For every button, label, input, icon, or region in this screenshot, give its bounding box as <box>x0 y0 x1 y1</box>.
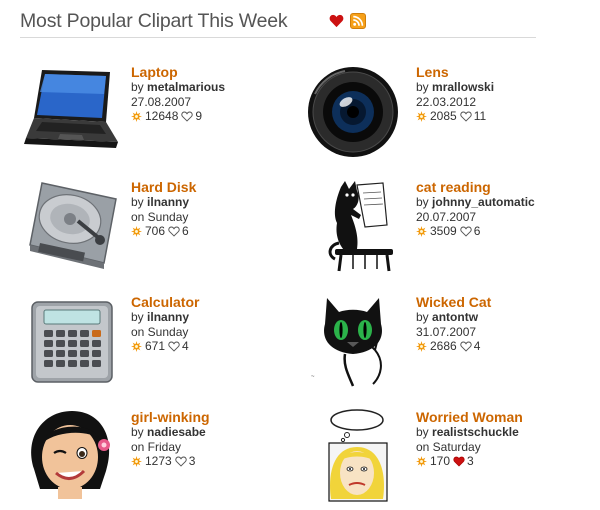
upload-date: 27.08.2007 <box>131 94 192 109</box>
favorite-count: 4 <box>473 339 481 353</box>
favorite-heart-outline-icon[interactable] <box>460 341 472 352</box>
heart-icon[interactable] <box>329 14 344 28</box>
wicked-cat-icon[interactable]: ~ <box>305 294 405 389</box>
favorite-heart-outline-icon[interactable] <box>181 111 194 122</box>
download-count: 2686 <box>430 339 457 353</box>
rss-feed-icon[interactable] <box>350 13 366 29</box>
upload-date: on Sunday <box>131 209 189 224</box>
upload-date: 22.03.2012 <box>416 94 477 109</box>
clipart-item-girl-winking: girl-winking by nadiesabe on Friday 1273… <box>20 409 280 509</box>
favorite-heart-outline-icon[interactable] <box>168 226 180 237</box>
download-count-icon <box>131 455 142 467</box>
cat-reading-icon[interactable] <box>305 179 405 274</box>
item-title-link[interactable]: girl-winking <box>131 409 281 425</box>
download-count-icon <box>131 225 142 237</box>
favorite-heart-outline-icon[interactable] <box>460 226 472 237</box>
download-count-icon <box>131 110 142 122</box>
favorite-heart-outline-icon[interactable] <box>168 341 180 352</box>
download-count-icon <box>131 340 142 352</box>
clipart-item-lens: Lens by mrallowski 22.03.2012 2085 11 <box>305 64 565 164</box>
by-label: by <box>416 310 429 324</box>
calculator-icon[interactable] <box>20 294 120 389</box>
author-link[interactable]: mrallowski <box>432 80 494 94</box>
download-count: 2085 <box>430 109 457 123</box>
download-count: 1273 <box>145 454 172 468</box>
clipart-item-wicked-cat: ~ Wicked Cat by antontw 31.07.2007 2686 … <box>305 294 565 394</box>
author-link[interactable]: ilnanny <box>147 195 189 209</box>
hard-disk-icon[interactable] <box>20 179 120 274</box>
item-title-link[interactable]: cat reading <box>416 179 566 195</box>
favorite-count: 6 <box>182 224 189 238</box>
download-count: 12648 <box>145 109 179 123</box>
favorite-count: 4 <box>182 339 189 353</box>
upload-date: on Sunday <box>131 324 189 339</box>
favorite-count: 3 <box>188 454 196 468</box>
by-label: by <box>131 195 144 209</box>
upload-date: 20.07.2007 <box>416 209 477 224</box>
download-count-icon <box>416 225 427 237</box>
clipart-item-cat-reading: cat reading by johnny_automatic 20.07.20… <box>305 179 565 279</box>
item-title-link[interactable]: Lens <box>416 64 566 80</box>
clipart-item-calculator: Calculator by ilnanny on Sunday 671 4 <box>20 294 280 394</box>
download-count: 170 <box>430 454 451 468</box>
by-label: by <box>416 195 429 209</box>
by-label: by <box>131 425 144 439</box>
favorite-heart-outline-icon[interactable] <box>175 456 187 467</box>
item-title-link[interactable]: Hard Disk <box>131 179 281 195</box>
upload-date: on Friday <box>131 439 182 454</box>
by-label: by <box>416 80 429 94</box>
author-link[interactable]: nadiesabe <box>147 425 206 439</box>
favorite-count: 6 <box>473 224 481 238</box>
clipart-item-laptop: Laptop by metalmarious 27.08.2007 12648 … <box>20 64 280 164</box>
upload-date: 31.07.2007 <box>416 324 477 339</box>
page-title: Most Popular Clipart This Week <box>20 10 288 32</box>
by-label: by <box>131 310 144 324</box>
download-count: 671 <box>145 339 166 353</box>
author-link[interactable]: metalmarious <box>147 80 225 94</box>
favorite-heart-filled-icon[interactable] <box>453 456 465 467</box>
favorite-heart-outline-icon[interactable] <box>460 111 472 122</box>
download-count-icon <box>416 110 427 122</box>
download-count: 706 <box>145 224 166 238</box>
girl-winking-icon[interactable] <box>20 409 120 504</box>
section-header: Most Popular Clipart This Week <box>20 8 536 38</box>
worried-woman-icon[interactable] <box>305 409 405 504</box>
camera-lens-icon[interactable] <box>305 64 405 159</box>
favorite-count: 9 <box>195 109 203 123</box>
item-title-link[interactable]: Laptop <box>131 64 281 80</box>
item-title-link[interactable]: Wicked Cat <box>416 294 566 310</box>
download-count-icon <box>416 455 427 467</box>
item-title-link[interactable]: Worried Woman <box>416 409 566 425</box>
author-link[interactable]: realistschuckle <box>432 425 519 439</box>
clipart-item-hard-disk: Hard Disk by ilnanny on Sunday 706 6 <box>20 179 280 279</box>
svg-text:~: ~ <box>311 374 315 380</box>
upload-date: on Saturday <box>416 439 481 454</box>
favorite-count: 3 <box>467 454 474 468</box>
download-count: 3509 <box>430 224 457 238</box>
download-count-icon <box>416 340 427 352</box>
favorite-count: 11 <box>473 109 487 123</box>
author-link[interactable]: antontw <box>432 310 478 324</box>
clipart-item-worried-woman: Worried Woman by realistschuckle on Satu… <box>305 409 565 509</box>
author-link[interactable]: ilnanny <box>147 310 189 324</box>
by-label: by <box>131 80 144 94</box>
item-title-link[interactable]: Calculator <box>131 294 281 310</box>
laptop-icon[interactable] <box>20 64 120 159</box>
by-label: by <box>416 425 429 439</box>
author-link[interactable]: johnny_automatic <box>432 195 535 209</box>
